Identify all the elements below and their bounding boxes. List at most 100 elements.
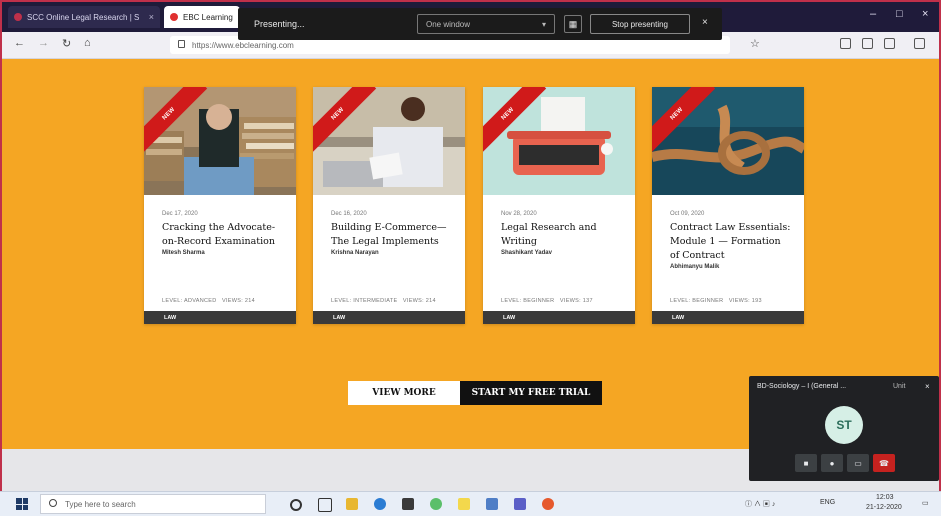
course-meta: LEVEL: BEGINNER VIEWS: 193 [670, 298, 762, 304]
bookmark-star-icon[interactable]: ☆ [750, 37, 760, 50]
course-title[interactable]: Contract Law Essentials: Module 1 — Form… [670, 221, 792, 271]
course-card[interactable]: NEW Dec 17, 2020 Cracking the Advocate-o… [144, 87, 296, 324]
maximize-icon[interactable]: □ [896, 8, 903, 20]
course-thumbnail: NEW [652, 87, 804, 195]
teams-icon[interactable] [514, 498, 526, 510]
presenting-bar: Presenting... One window ▾ ▦ Stop presen… [238, 8, 722, 40]
course-meta: LEVEL: ADVANCED VIEWS: 214 [162, 298, 255, 304]
grid-view-icon[interactable]: ▦ [564, 15, 582, 33]
minimize-icon[interactable]: – [870, 8, 876, 20]
mail-icon[interactable] [486, 498, 498, 510]
course-thumbnail: NEW [313, 87, 465, 195]
course-title[interactable]: Legal Research and Writing Shashikant Ya… [501, 221, 623, 257]
course-category: LAW [313, 311, 465, 324]
cortana-icon[interactable] [290, 499, 302, 511]
course-title[interactable]: Cracking the Advocate-on-Record Examinat… [162, 221, 284, 257]
app-icon[interactable] [458, 498, 470, 510]
share-window-value: One window [426, 19, 471, 29]
presenting-label: Presenting... [254, 19, 305, 29]
course-meta: LEVEL: BEGINNER VIEWS: 137 [501, 298, 593, 304]
windows-start-icon[interactable] [16, 498, 28, 510]
tab-label: SCC Online Legal Research | S [27, 12, 140, 22]
close-tab-icon[interactable]: × [149, 12, 154, 22]
windows-taskbar: Type here to search ⓘ ∧ ▣ ♪ ENG 12:03 21… [0, 491, 941, 516]
course-title-text: Cracking the Advocate-on-Record Examinat… [162, 222, 276, 247]
tab-ebc-learning[interactable]: EBC Learning [164, 6, 240, 28]
course-title-text: Building E-Commerce—The Legal Implements [331, 222, 447, 247]
stop-presenting-button[interactable]: Stop presenting [590, 14, 690, 34]
course-date: Dec 17, 2020 [162, 211, 198, 217]
course-thumbnail: NEW [483, 87, 635, 195]
library-icon[interactable] [840, 38, 851, 49]
course-views: VIEWS: 137 [559, 298, 593, 304]
search-placeholder: Type here to search [65, 499, 136, 509]
task-view-icon[interactable] [318, 498, 332, 512]
microphone-icon[interactable]: ● [821, 454, 843, 472]
clock-date[interactable]: 21-12-2020 [866, 504, 902, 511]
language-indicator[interactable]: ENG [820, 499, 835, 506]
free-trial-button[interactable]: START MY FREE TRIAL [460, 381, 602, 405]
close-bar-icon[interactable]: × [702, 17, 708, 28]
end-call-icon[interactable]: ☎ [873, 454, 895, 472]
course-meta: LEVEL: INTERMEDIATE VIEWS: 214 [331, 298, 436, 304]
meet-pip-window[interactable]: BD-Sociology – I (General ... Unit × ST … [749, 376, 939, 481]
ebc-favicon-icon [170, 13, 178, 21]
chrome-icon[interactable] [430, 498, 442, 510]
sidebar-icon[interactable] [862, 38, 873, 49]
avatar: ST [825, 406, 863, 444]
course-views: VIEWS: 214 [402, 298, 436, 304]
close-window-icon[interactable]: × [922, 8, 928, 20]
close-icon[interactable]: × [925, 382, 930, 391]
reload-icon[interactable]: ↻ [62, 37, 71, 50]
home-icon[interactable]: ⌂ [84, 37, 91, 49]
forward-icon[interactable]: → [38, 37, 49, 49]
extension-icon[interactable] [884, 38, 895, 49]
url-text: https://www.ebclearning.com [192, 40, 294, 50]
meeting-unit: Unit [893, 383, 906, 390]
store-icon[interactable] [402, 498, 414, 510]
course-level: LEVEL: BEGINNER [501, 298, 555, 304]
course-category: LAW [144, 311, 296, 324]
course-card[interactable]: NEW Oct 09, 2020 Contract Law Essentials… [652, 87, 804, 324]
course-level: LEVEL: INTERMEDIATE [331, 298, 398, 304]
scc-favicon-icon [14, 13, 22, 21]
view-more-button[interactable]: VIEW MORE [348, 381, 460, 405]
back-icon[interactable]: ← [14, 37, 25, 49]
firefox-icon[interactable] [542, 498, 554, 510]
course-views: VIEWS: 193 [728, 298, 762, 304]
course-card[interactable]: NEW Nov 28, 2020 Legal Research and Writ… [483, 87, 635, 324]
course-thumbnail: NEW [144, 87, 296, 195]
course-date: Nov 28, 2020 [501, 211, 537, 217]
course-author: Shashikant Yadav [501, 250, 552, 256]
course-level: LEVEL: ADVANCED [162, 298, 217, 304]
course-views: VIEWS: 214 [222, 298, 255, 304]
tab-scc-online[interactable]: SCC Online Legal Research | S × [8, 6, 160, 28]
course-card[interactable]: NEW Dec 16, 2020 Building E-Commerce—The… [313, 87, 465, 324]
present-screen-icon[interactable]: ▭ [847, 454, 869, 472]
notification-icon[interactable]: ▭ [922, 499, 929, 507]
tab-label: EBC Learning [183, 12, 233, 22]
clock-time[interactable]: 12:03 [876, 494, 894, 501]
file-explorer-icon[interactable] [346, 498, 358, 510]
chevron-down-icon: ▾ [541, 19, 546, 29]
menu-icon[interactable] [914, 38, 925, 49]
search-icon [49, 499, 57, 507]
taskbar-search-input[interactable]: Type here to search [40, 494, 266, 514]
course-level: LEVEL: BEGINNER [670, 298, 724, 304]
share-window-select[interactable]: One window ▾ [417, 14, 555, 34]
course-date: Dec 16, 2020 [331, 211, 367, 217]
course-author: Krishna Narayan [331, 250, 379, 256]
edge-icon[interactable] [374, 498, 386, 510]
course-title-text: Contract Law Essentials: Module 1 — Form… [670, 222, 791, 261]
camera-icon[interactable]: ■ [795, 454, 817, 472]
course-author: Mitesh Sharma [162, 250, 205, 256]
course-category: LAW [483, 311, 635, 324]
lock-icon [178, 40, 185, 48]
course-date: Oct 09, 2020 [670, 211, 705, 217]
course-category: LAW [652, 311, 804, 324]
meeting-title: BD-Sociology – I (General ... [757, 383, 847, 390]
course-author: Abhimanyu Malik [670, 264, 720, 270]
course-title[interactable]: Building E-Commerce—The Legal Implements… [331, 221, 453, 257]
tray-icons[interactable]: ⓘ ∧ ▣ ♪ [745, 499, 775, 509]
course-title-text: Legal Research and Writing [501, 222, 597, 247]
